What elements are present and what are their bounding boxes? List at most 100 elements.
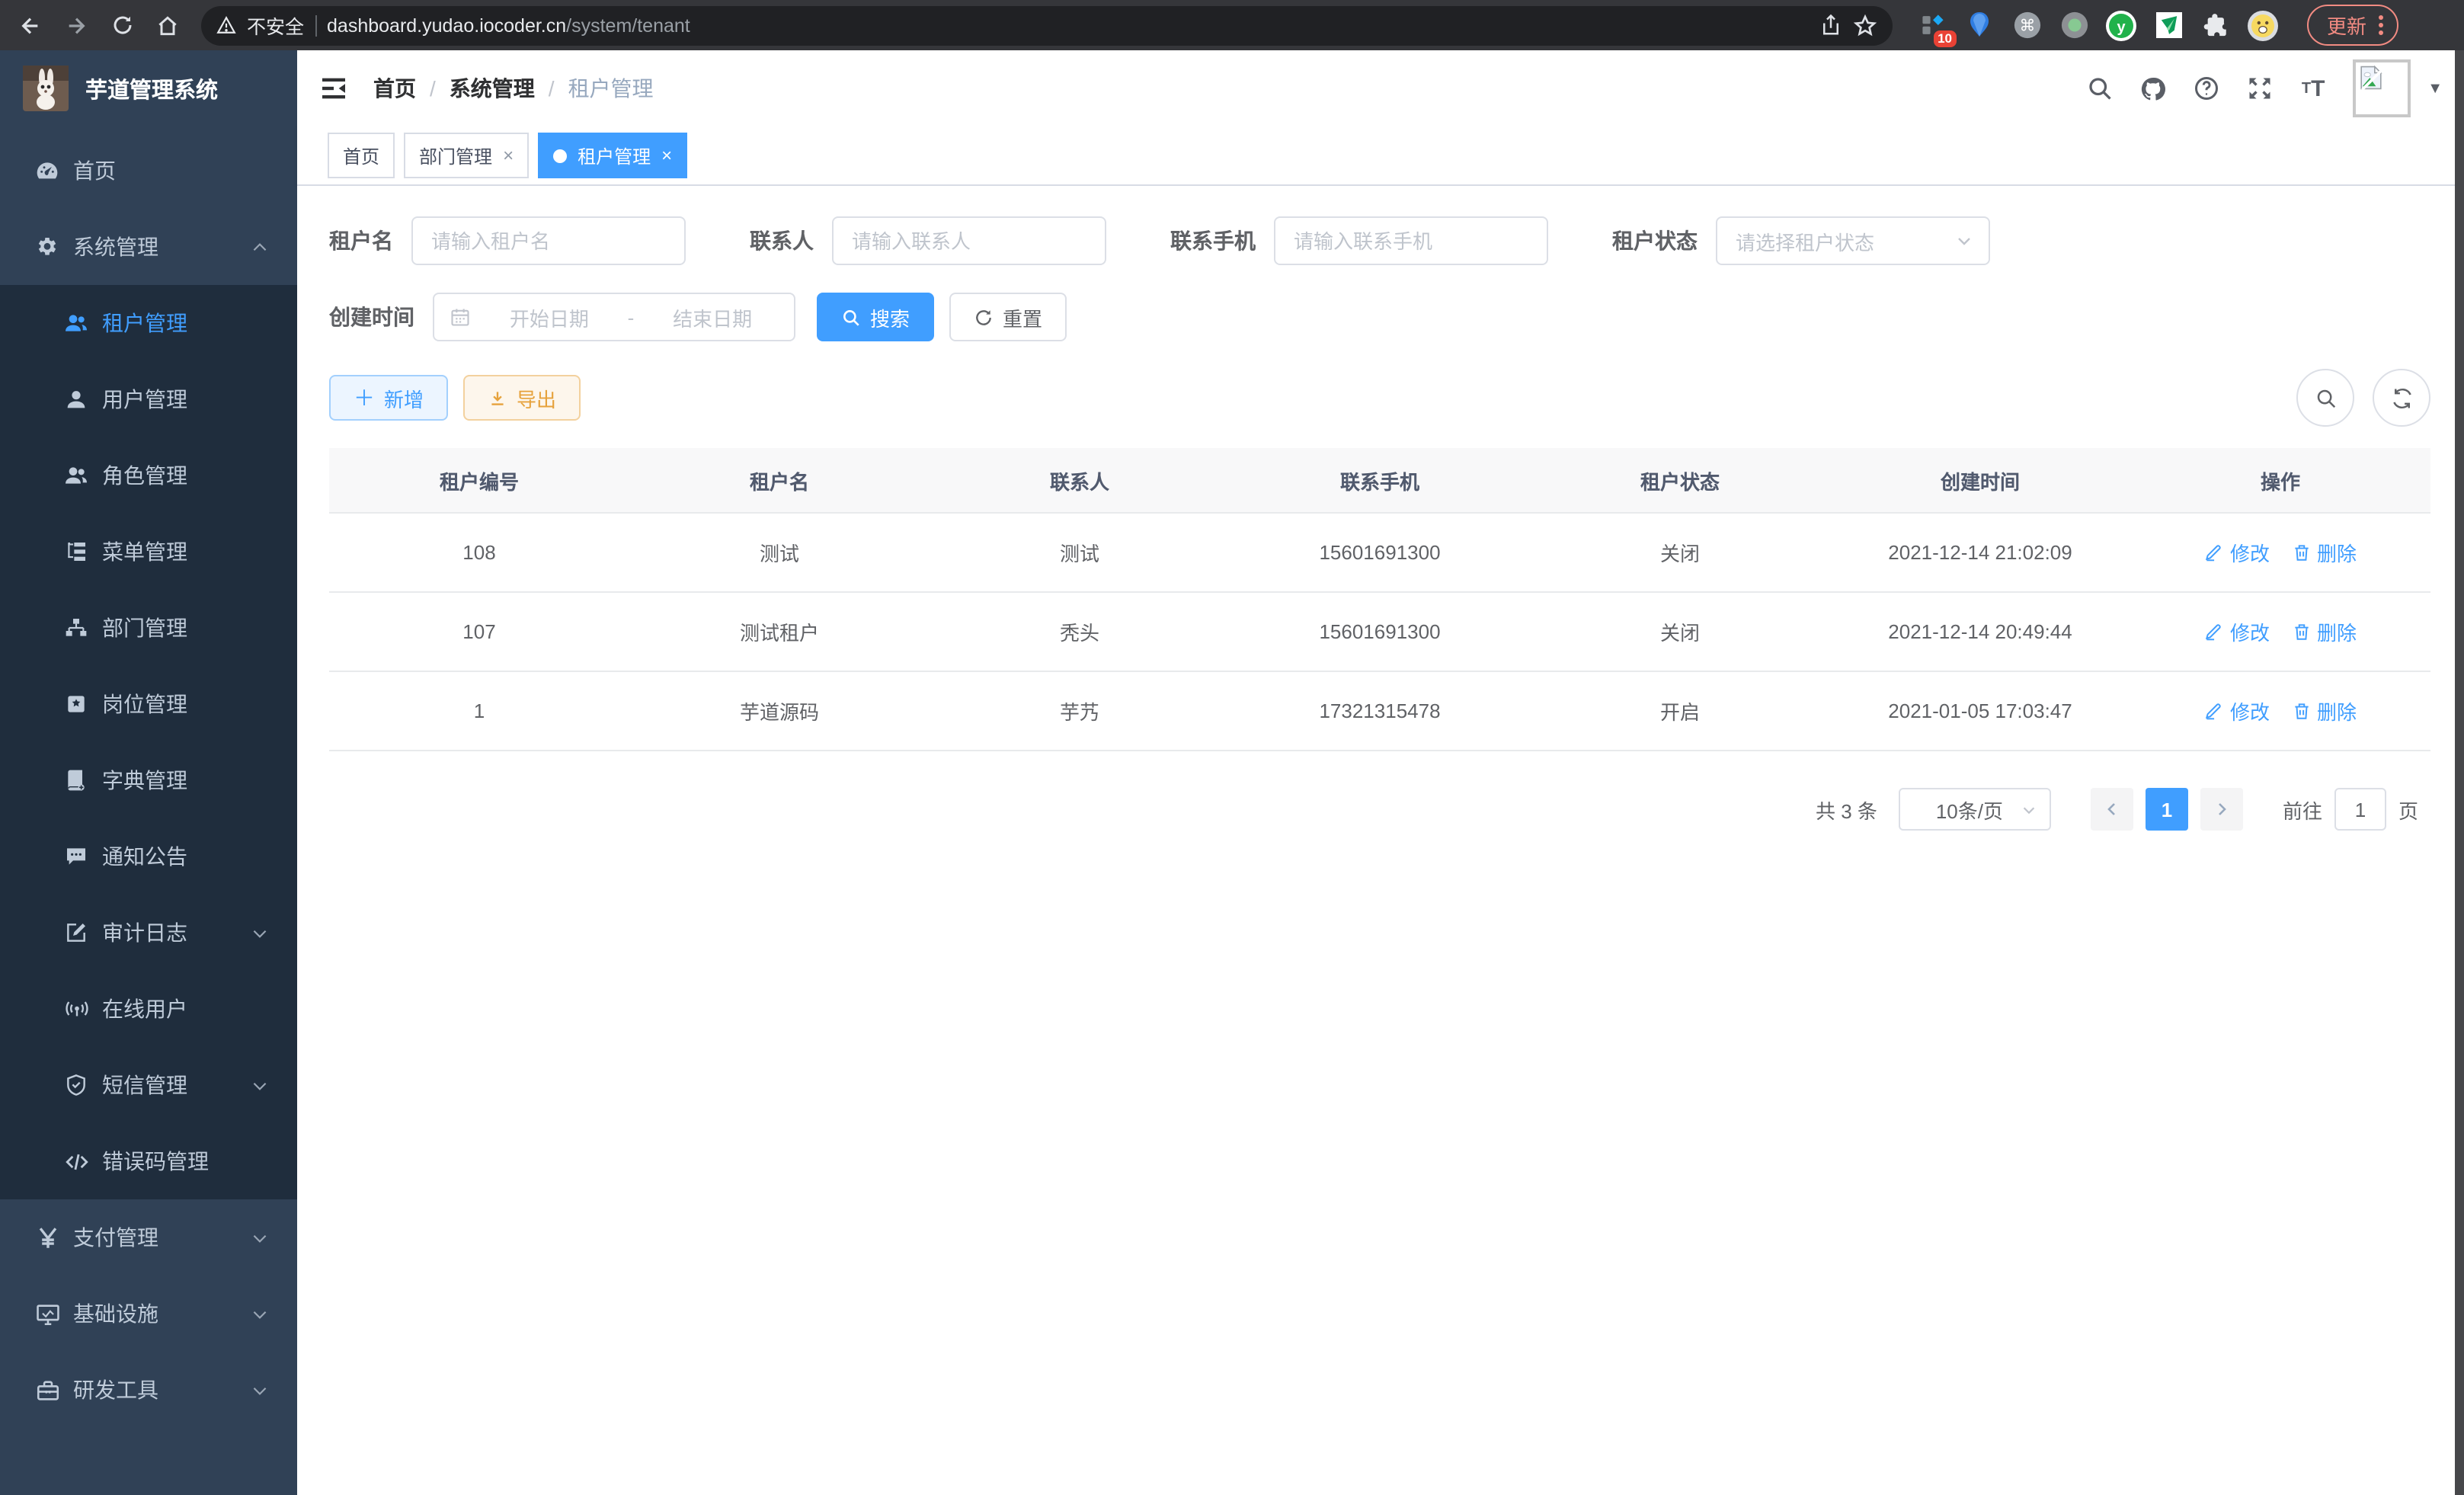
tenant-name-input[interactable] — [411, 216, 686, 265]
tab-2[interactable]: 租户管理× — [538, 133, 687, 178]
sidebar-item-13[interactable]: 错误码管理 — [0, 1123, 297, 1199]
delete-link[interactable]: 删除 — [2291, 538, 2357, 567]
sidebar-logo-row[interactable]: 芋道管理系统 — [0, 50, 297, 126]
page-content: 租户名 联系人 联系手机 租户状态 请选择租户状态 — [297, 186, 2464, 1495]
sidebar-item-4[interactable]: 角色管理 — [0, 437, 297, 514]
extension-grid-icon[interactable]: 10 — [1917, 10, 1947, 40]
sidebar-item-3[interactable]: 用户管理 — [0, 361, 297, 437]
sidebar-item-9[interactable]: 通知公告 — [0, 818, 297, 895]
browser-forward-icon[interactable] — [58, 7, 94, 43]
breadcrumb-item-2: 租户管理 — [568, 73, 654, 104]
profile-avatar-icon[interactable] — [2248, 10, 2278, 40]
chevron-down-icon — [250, 1228, 270, 1247]
edit-link[interactable]: 修改 — [2204, 617, 2270, 646]
sidebar-item-2[interactable]: 租户管理 — [0, 285, 297, 361]
sidebar-item-12[interactable]: 短信管理 — [0, 1047, 297, 1123]
goto-page-input[interactable] — [2334, 788, 2386, 831]
cell-status: 关闭 — [1530, 592, 1830, 671]
extension-record-icon[interactable] — [2059, 10, 2089, 40]
screen: 不安全 dashboard.yudao.iocoder.cn/system/te… — [0, 0, 2464, 1495]
search-button[interactable]: 搜索 — [817, 293, 934, 341]
sidebar-item-6[interactable]: 部门管理 — [0, 590, 297, 666]
breadcrumb-separator: / — [549, 76, 555, 101]
sidebar-item-label: 部门管理 — [102, 613, 187, 643]
close-icon[interactable]: × — [503, 145, 514, 166]
chevron-down-icon — [250, 1380, 270, 1400]
cell-id: 107 — [329, 592, 629, 671]
edit-link[interactable]: 修改 — [2204, 538, 2270, 567]
user-avatar-broken-image[interactable] — [2353, 59, 2411, 117]
extensions-puzzle-icon[interactable] — [2200, 10, 2231, 40]
chevron-up-icon — [250, 237, 270, 257]
help-icon[interactable] — [2193, 75, 2220, 102]
sidebar-menu: 首页系统管理租户管理用户管理角色管理菜单管理部门管理岗位管理字典管理通知公告审计… — [0, 133, 297, 1428]
sidebar-item-11[interactable]: 在线用户 — [0, 971, 297, 1047]
header-search-icon[interactable] — [2086, 75, 2114, 102]
prev-page-button[interactable] — [2091, 788, 2133, 831]
extension-chat-icon[interactable] — [2153, 10, 2184, 40]
toggle-search-button[interactable] — [2296, 369, 2354, 427]
extension-command-icon[interactable]: ⌘ — [2011, 10, 2042, 40]
export-button[interactable]: 导出 — [463, 375, 581, 421]
tab-1[interactable]: 部门管理× — [404, 133, 529, 178]
browser-back-icon[interactable] — [12, 7, 49, 43]
bookmark-star-icon[interactable] — [1853, 13, 1877, 37]
sidebar-item-label: 租户管理 — [102, 308, 187, 338]
sidebar-item-label: 字典管理 — [102, 765, 187, 796]
breadcrumb-item-1[interactable]: 系统管理 — [450, 73, 535, 104]
search-button-label: 搜索 — [870, 303, 910, 331]
create-time-range-picker[interactable]: 开始日期 - 结束日期 — [433, 293, 795, 341]
sidebar-item-5[interactable]: 菜单管理 — [0, 514, 297, 590]
sidebar-item-0[interactable]: 首页 — [0, 133, 297, 209]
address-bar[interactable]: 不安全 dashboard.yudao.iocoder.cn/system/te… — [201, 5, 1893, 45]
browser-reload-icon[interactable] — [104, 7, 140, 43]
page-size-select[interactable]: 10条/页 — [1899, 788, 2051, 831]
security-label[interactable]: 不安全 — [247, 11, 304, 40]
sidebar-item-label: 支付管理 — [73, 1222, 158, 1253]
breadcrumb-item-0[interactable]: 首页 — [373, 73, 416, 104]
sidebar-item-15[interactable]: 基础设施 — [0, 1276, 297, 1352]
contact-input[interactable] — [832, 216, 1106, 265]
add-button[interactable]: ＋ 新增 — [329, 375, 448, 421]
extension-y-icon[interactable]: y — [2106, 10, 2136, 40]
menu-tree-icon — [64, 539, 88, 564]
cell-mobile: 15601691300 — [1230, 513, 1530, 592]
edit-link[interactable]: 修改 — [2204, 696, 2270, 725]
table-row-2: 1芋道源码芋艿17321315478开启2021-01-05 17:03:47修… — [329, 671, 2430, 751]
status-select-placeholder: 请选择租户状态 — [1736, 226, 1955, 255]
column-header: 租户编号 — [329, 448, 629, 513]
shield-icon — [64, 1073, 88, 1097]
sidebar-collapse-icon[interactable] — [318, 73, 349, 104]
pagination-total: 共 3 条 — [1816, 795, 1877, 824]
sidebar-item-8[interactable]: 字典管理 — [0, 742, 297, 818]
avatar-caret-icon[interactable]: ▼ — [2427, 80, 2443, 97]
column-header: 租户状态 — [1530, 448, 1830, 513]
fullscreen-icon[interactable] — [2246, 75, 2274, 102]
page-scrollbar[interactable] — [2455, 50, 2464, 1495]
delete-link[interactable]: 删除 — [2291, 617, 2357, 646]
sidebar-item-14[interactable]: 支付管理 — [0, 1199, 297, 1276]
browser-home-icon[interactable] — [149, 7, 186, 43]
extension-balloon-icon[interactable] — [1964, 10, 1995, 40]
sidebar-item-label: 在线用户 — [102, 994, 187, 1024]
sidebar-item-label: 首页 — [73, 155, 116, 186]
reset-button[interactable]: 重置 — [949, 293, 1067, 341]
close-icon[interactable]: × — [661, 145, 672, 166]
delete-link[interactable]: 删除 — [2291, 696, 2357, 725]
next-page-button[interactable] — [2200, 788, 2243, 831]
font-size-icon[interactable]: TT — [2299, 75, 2327, 102]
tab-0[interactable]: 首页 — [328, 133, 395, 178]
browser-update-button[interactable]: 更新 — [2307, 5, 2398, 46]
refresh-table-button[interactable] — [2373, 369, 2430, 427]
status-select[interactable]: 请选择租户状态 — [1716, 216, 1990, 265]
sidebar-item-10[interactable]: 审计日志 — [0, 895, 297, 971]
browser-menu-icon[interactable] — [2379, 15, 2383, 35]
mobile-input[interactable] — [1274, 216, 1548, 265]
column-header: 创建时间 — [1830, 448, 2130, 513]
github-icon[interactable] — [2139, 75, 2167, 102]
sidebar-item-7[interactable]: 岗位管理 — [0, 666, 297, 742]
sidebar-item-1[interactable]: 系统管理 — [0, 209, 297, 285]
page-number-button[interactable]: 1 — [2146, 788, 2188, 831]
share-icon[interactable] — [1819, 14, 1842, 37]
sidebar-item-16[interactable]: 研发工具 — [0, 1352, 297, 1428]
